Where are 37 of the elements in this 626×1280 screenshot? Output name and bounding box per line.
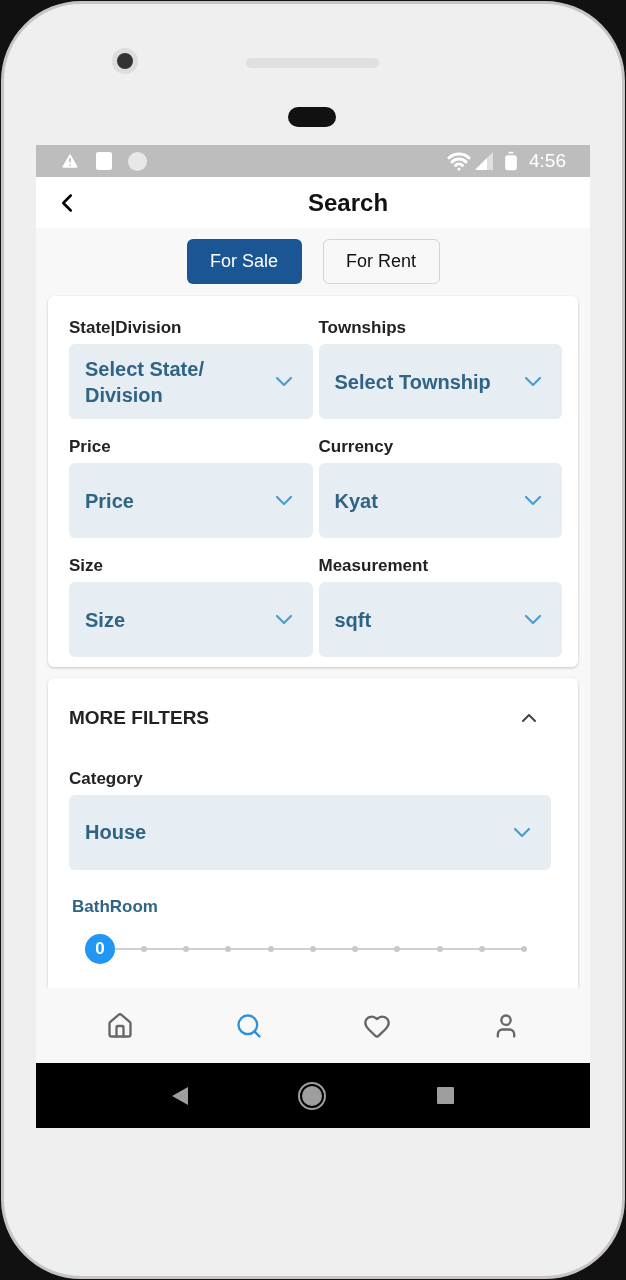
chevron-down-icon xyxy=(275,496,292,505)
section-title: MORE FILTERS xyxy=(69,706,210,730)
search-icon[interactable] xyxy=(234,1011,263,1040)
dropdown-field[interactable]: Select Township xyxy=(318,344,562,419)
dropdown-field[interactable]: Price xyxy=(69,463,313,538)
field-label: Category xyxy=(69,768,144,789)
chevron-down-icon xyxy=(275,615,292,624)
dropdown-field[interactable]: Kyat xyxy=(318,463,562,538)
dropdown-field[interactable]: House xyxy=(69,794,551,870)
slider-thumb[interactable]: 0 xyxy=(85,934,115,964)
field-label: Size xyxy=(69,556,105,576)
field-label: Measurement xyxy=(318,556,430,576)
sd-card-icon xyxy=(96,152,112,170)
recents-square-icon[interactable] xyxy=(436,1087,454,1104)
sensor-icon xyxy=(288,107,336,127)
listing-tab[interactable]: For Sale xyxy=(186,239,302,284)
field-label: Price xyxy=(69,437,112,457)
camera-icon xyxy=(112,48,138,74)
home-icon[interactable] xyxy=(106,1011,135,1040)
field-label: Currency xyxy=(318,437,395,457)
listing-tab[interactable]: For Rent xyxy=(322,239,440,284)
chevron-down-icon xyxy=(525,377,541,386)
chevron-down-icon xyxy=(514,827,530,837)
slider-label: BathRoom xyxy=(72,895,159,918)
dropdown-field[interactable]: Select State/ Division xyxy=(69,344,313,419)
signal-icon xyxy=(475,152,493,170)
field-label: Townships xyxy=(318,318,407,338)
back-triangle-icon[interactable] xyxy=(172,1086,189,1105)
chevron-down-icon xyxy=(275,377,292,386)
page-title: Search xyxy=(308,187,389,218)
status-time: 4:56 xyxy=(529,148,566,173)
chevron-down-icon xyxy=(525,615,541,624)
chevron-down-icon xyxy=(525,496,541,505)
warning-icon xyxy=(60,151,80,171)
dropdown-field[interactable]: Size xyxy=(69,582,313,657)
field-label: State|Division xyxy=(69,318,183,338)
dropdown-field[interactable]: sqft xyxy=(318,582,562,657)
